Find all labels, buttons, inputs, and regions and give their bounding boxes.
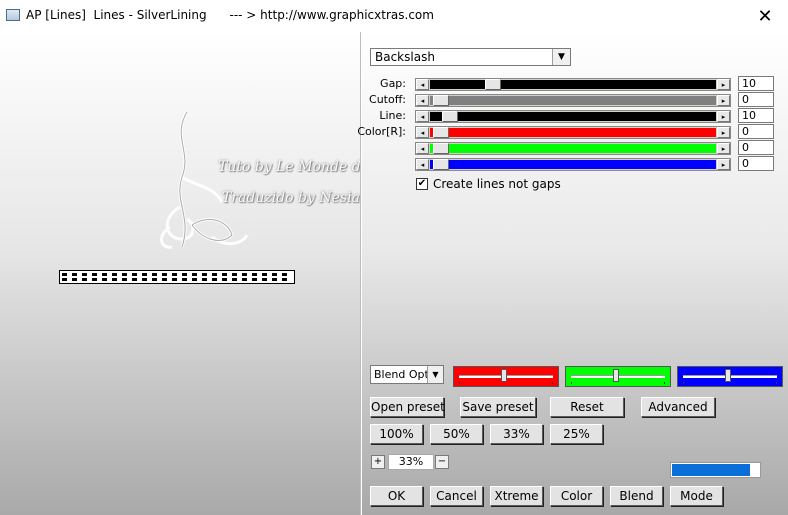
arrow-right-icon[interactable]: ▸ (717, 111, 730, 122)
param-slider[interactable]: ◂ ▸ (415, 158, 731, 171)
blend-button[interactable]: Blend (610, 486, 663, 506)
slider-thumb[interactable] (433, 95, 450, 106)
arrow-left-icon[interactable]: ◂ (416, 79, 429, 90)
blend-blue-knob[interactable] (725, 369, 731, 382)
window-app-icon (6, 9, 20, 21)
save-preset-button[interactable]: Save preset (460, 397, 536, 417)
blend-blue-slider[interactable] (677, 366, 783, 387)
mode-button[interactable]: Mode (670, 486, 723, 506)
slider-thumb[interactable] (484, 79, 501, 90)
window-title: AP [Lines] Lines - SilverLining --- > ht… (26, 8, 434, 22)
slider-thumb[interactable] (433, 159, 450, 170)
progress-bar (670, 462, 761, 478)
blend-red-slider[interactable] (453, 366, 559, 387)
slider-thumb[interactable] (442, 111, 459, 122)
lines-preview-strip (59, 270, 295, 284)
progress-fill (672, 464, 751, 476)
arrow-right-icon[interactable]: ▸ (717, 95, 730, 106)
slider-label: Gap: (380, 77, 406, 90)
zoom-level-field[interactable]: 33% (388, 454, 434, 470)
zoom-33-button[interactable]: 33% (490, 424, 543, 444)
param-slider[interactable]: ◂ ▸ (415, 78, 731, 91)
arrow-left-icon[interactable]: ◂ (416, 127, 429, 138)
slider-track[interactable] (430, 159, 716, 170)
slider-value-field[interactable]: 10 (738, 108, 774, 123)
arrow-left-icon[interactable]: ◂ (416, 143, 429, 154)
create-lines-checkbox[interactable]: ✔ (416, 178, 428, 190)
cancel-button[interactable]: Cancel (430, 486, 483, 506)
blend-options-dropdown[interactable]: Blend Optio ▼ (370, 365, 444, 384)
close-icon[interactable]: ✕ (742, 0, 788, 32)
blend-red-knob[interactable] (501, 369, 507, 382)
param-slider[interactable]: ◂ ▸ (415, 142, 731, 155)
arrow-right-icon[interactable]: ▸ (717, 143, 730, 154)
advanced-button[interactable]: Advanced (641, 397, 715, 417)
mode-dropdown[interactable]: Backslash ▼ (370, 48, 571, 66)
slider-track[interactable] (430, 79, 716, 90)
zoom-in-button[interactable]: + (371, 455, 385, 469)
mode-dropdown-value: Backslash (375, 50, 435, 64)
blend-green-slider[interactable] (565, 366, 671, 387)
slider-value-field[interactable]: 0 (738, 92, 774, 107)
slider-track[interactable] (430, 95, 716, 106)
chevron-down-icon[interactable]: ▼ (427, 366, 443, 383)
slider-thumb[interactable] (433, 143, 450, 154)
color-button[interactable]: Color (550, 486, 603, 506)
param-slider[interactable]: ◂ ▸ (415, 126, 731, 139)
open-preset-button[interactable]: Open preset (370, 397, 445, 417)
xtreme-button[interactable]: Xtreme (490, 486, 543, 506)
zoom-out-button[interactable]: − (435, 455, 449, 469)
create-lines-label: Create lines not gaps (433, 177, 561, 191)
zoom-50-button[interactable]: 50% (430, 424, 483, 444)
param-slider[interactable]: ◂ ▸ (415, 94, 731, 107)
slider-track[interactable] (430, 143, 716, 154)
ok-button[interactable]: OK (370, 486, 423, 506)
slider-track[interactable] (430, 127, 716, 138)
slider-value-field[interactable]: 10 (738, 76, 774, 91)
slider-value-field[interactable]: 0 (738, 140, 774, 155)
slider-value-field[interactable]: 0 (738, 124, 774, 139)
chevron-down-icon[interactable]: ▼ (552, 49, 570, 65)
arrow-left-icon[interactable]: ◂ (416, 159, 429, 170)
arrow-right-icon[interactable]: ▸ (717, 79, 730, 90)
slider-track[interactable] (430, 111, 716, 122)
slider-thumb[interactable] (433, 127, 450, 138)
arrow-right-icon[interactable]: ▸ (717, 159, 730, 170)
arrow-right-icon[interactable]: ▸ (717, 127, 730, 138)
title-bar: AP [Lines] Lines - SilverLining --- > ht… (0, 0, 788, 32)
arrow-left-icon[interactable]: ◂ (416, 111, 429, 122)
reset-button[interactable]: Reset (550, 397, 624, 417)
arrow-left-icon[interactable]: ◂ (416, 95, 429, 106)
zoom-100-button[interactable]: 100% (370, 424, 423, 444)
slider-value-field[interactable]: 0 (738, 156, 774, 171)
blend-green-knob[interactable] (613, 369, 619, 382)
slider-label: Cutoff: (369, 93, 406, 106)
param-slider[interactable]: ◂ ▸ (415, 110, 731, 123)
flower-watermark-icon (160, 111, 249, 249)
slider-label: Color[R]: (357, 125, 406, 138)
zoom-25-button[interactable]: 25% (550, 424, 603, 444)
slider-label: Line: (379, 109, 406, 122)
